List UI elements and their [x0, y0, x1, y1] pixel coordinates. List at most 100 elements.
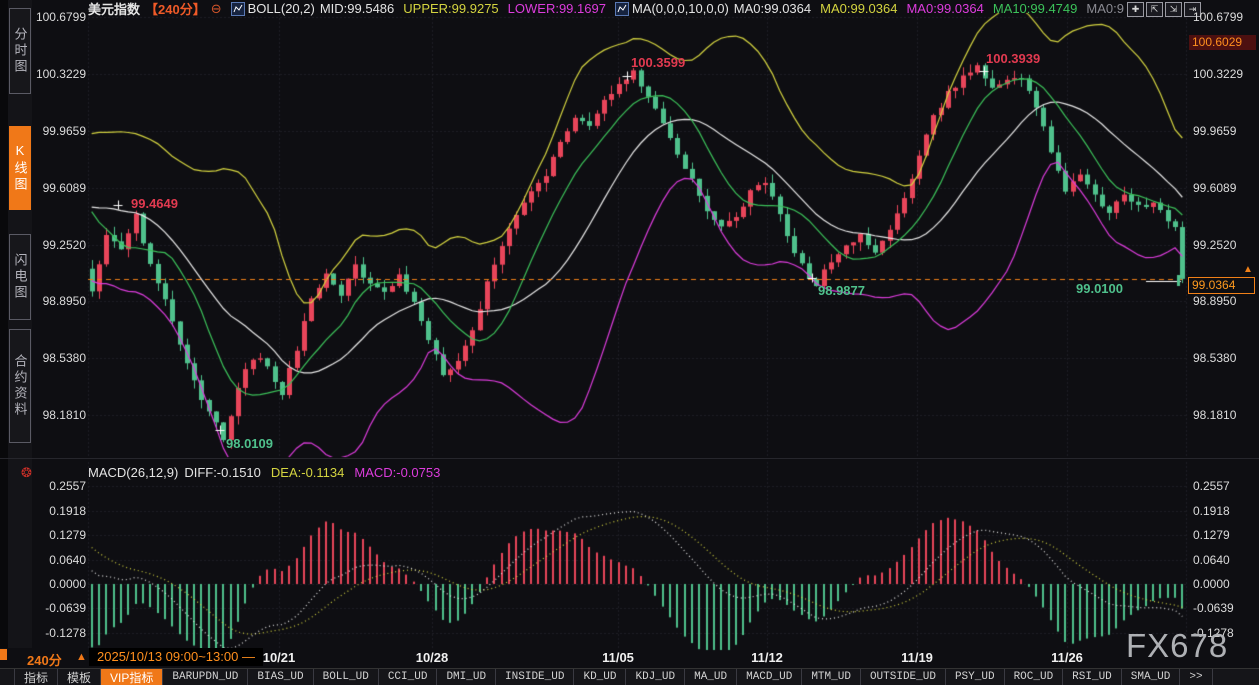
tab-barupdn_ud[interactable]: BARUPDN_UD: [163, 669, 248, 685]
ma0-gray-value: MA0:9: [1086, 1, 1124, 16]
price-axis-label: 98.5380: [30, 351, 86, 365]
tab-mtm_ud[interactable]: MTM_UD: [802, 669, 861, 685]
price-axis-label: 98.1810: [30, 408, 86, 422]
corner-accent-top: [0, 649, 7, 660]
tab-rsi_ud[interactable]: RSI_UD: [1063, 669, 1122, 685]
period-label[interactable]: 【240分】: [145, 0, 206, 18]
chart-toolbar: ✚ ⇱ ⇲ ⇥: [1127, 2, 1201, 17]
tab-inside_ud[interactable]: INSIDE_UD: [496, 669, 574, 685]
macd-axis-label: 0.1918: [1193, 504, 1230, 518]
boll-mid-value: MID:99.5486: [320, 1, 394, 16]
macd-axis-label: 0.0000: [1193, 577, 1230, 591]
price-axis-label: 99.9659: [1193, 124, 1236, 138]
ma-indicator-icon[interactable]: [615, 2, 629, 16]
boll-upper-value: UPPER:99.9275: [403, 1, 498, 16]
macd-header: MACD(26,12,9) DIFF:-0.1510 DEA:-0.1134 M…: [88, 465, 440, 479]
status-bar: 240分 ▲ 2025/10/13 09:00~13:00 — 10/21 10/…: [0, 648, 1259, 668]
sidebar-item-2[interactable]: K线图: [9, 126, 31, 210]
last-price-badge: 99.0364: [1188, 277, 1255, 294]
sidebar-item-4[interactable]: 合约资料: [9, 329, 31, 443]
tab-roc_ud[interactable]: ROC_UD: [1005, 669, 1064, 685]
ma0-yellow-value: MA0:99.0364: [820, 1, 897, 16]
price-axis-label: 99.6089: [1193, 181, 1236, 195]
macd-dea-value: DEA:-0.1134: [271, 465, 344, 480]
macd-diff-value: DIFF:-0.1510: [184, 465, 261, 480]
tab-[interactable]: 指标: [14, 669, 58, 685]
symbol-title: 美元指数: [88, 0, 140, 18]
tab-bias_ud[interactable]: BIAS_UD: [248, 669, 313, 685]
boll-lower-value: LOWER:99.1697: [508, 1, 606, 16]
tab-macd_ud[interactable]: MACD_UD: [737, 669, 802, 685]
price-axis-label: 98.1810: [1193, 408, 1236, 422]
price-annotation: 100.3599: [631, 55, 685, 70]
price-axis-label: 100.3229: [1193, 67, 1243, 81]
fit-vertical-button[interactable]: ⇱: [1146, 2, 1163, 17]
macd-axis-label: 0.0640: [30, 553, 86, 567]
ma0-magenta-value: MA0:99.0364: [906, 1, 983, 16]
fit-horizontal-button[interactable]: ⇲: [1165, 2, 1182, 17]
x-axis-date-label: 10/21: [263, 650, 296, 665]
price-annotation: 99.4649: [131, 196, 178, 211]
x-axis-date-label: 11/26: [1051, 650, 1083, 665]
fx678-watermark: FX678: [1126, 627, 1228, 665]
boll-indicator-icon[interactable]: [231, 2, 245, 16]
tab-[interactable]: 模板: [58, 669, 101, 685]
x-axis-date-label: 11/12: [751, 650, 783, 665]
macd-axis-label: -0.1278: [30, 626, 86, 640]
indicator-header: 美元指数 【240分】 ⊖ BOLL(20,2) MID:99.5486 UPP…: [88, 1, 1124, 16]
tab-outside_ud[interactable]: OUTSIDE_UD: [861, 669, 946, 685]
chart-application: 分时图 K线图闪电图合约资料 美元指数 【240分】 ⊖ BOLL(20,2) M…: [0, 0, 1259, 685]
price-axis-label: 98.5380: [1193, 351, 1236, 365]
x-axis-date-label: 11/19: [901, 650, 933, 665]
panel-divider: [0, 458, 1259, 459]
ma0-white-value: MA0:99.0364: [734, 1, 811, 16]
tab-kd_ud[interactable]: KD_UD: [574, 669, 626, 685]
x-axis-date-label: 10/28: [416, 650, 449, 665]
macd-axis-label: 0.2557: [1193, 479, 1230, 493]
price-axis-label: 99.2520: [1193, 238, 1236, 252]
price-up-arrow-icon: ▲: [1243, 264, 1253, 275]
tab-cci_ud[interactable]: CCI_UD: [379, 669, 438, 685]
timeframe-dropdown-icon[interactable]: ▲: [76, 651, 87, 663]
tab-[interactable]: >>: [1180, 669, 1212, 685]
price-axis-label: 100.6799: [1193, 10, 1243, 24]
macd-axis-label: 0.1279: [1193, 528, 1230, 542]
tab-psy_ud[interactable]: PSY_UD: [946, 669, 1005, 685]
sidebar-item-3[interactable]: 闪电图: [9, 234, 31, 320]
sidebar-item-1[interactable]: 分时图: [9, 8, 31, 94]
tab-sma_ud[interactable]: SMA_UD: [1122, 669, 1181, 685]
macd-axis-label: 0.1918: [30, 504, 86, 518]
x-axis-date-label: 11/05: [602, 650, 634, 665]
macd-macd-value: MACD:-0.0753: [354, 465, 440, 480]
price-axis-label: 100.3229: [30, 67, 86, 81]
price-axis-label: 99.2520: [30, 238, 86, 252]
tab-ma_ud[interactable]: MA_UD: [685, 669, 737, 685]
chart-type-sidebar: 分时图 K线图闪电图合约资料: [8, 0, 32, 648]
high-price-badge: 100.6029: [1189, 35, 1256, 50]
tab-vip[interactable]: VIP指标: [101, 669, 163, 685]
tab-boll_ud[interactable]: BOLL_UD: [314, 669, 379, 685]
alert-icon[interactable]: ⊖: [211, 1, 222, 17]
price-axis-label: 98.8950: [1193, 294, 1236, 308]
price-annotation: 98.9877: [818, 283, 865, 298]
price-axis-label: 99.6089: [30, 181, 86, 195]
pan-tool-button[interactable]: ✚: [1127, 2, 1144, 17]
boll-label: BOLL(20,2): [248, 1, 315, 16]
macd-axis-label: 0.2557: [30, 479, 86, 493]
timeframe-label[interactable]: 240分: [27, 650, 62, 669]
date-range-box[interactable]: 2025/10/13 09:00~13:00 —: [89, 648, 263, 666]
macd-axis-label: 0.0000: [30, 577, 86, 591]
ma10-value: MA10:99.4749: [993, 1, 1078, 16]
price-annotation: 99.0100: [1076, 281, 1123, 296]
macd-axis-label: 0.0640: [1193, 553, 1230, 567]
macd-axis-label: -0.0639: [1193, 601, 1234, 615]
left-strip: [0, 0, 8, 648]
macd-label: MACD(26,12,9): [88, 465, 178, 480]
macd-axis-label: -0.0639: [30, 601, 86, 615]
price-chart-canvas[interactable]: [0, 0, 1259, 660]
ma-label: MA(0,0,0,10,0,0): [632, 1, 729, 16]
price-axis-label: 100.6799: [30, 10, 86, 24]
tab-kdj_ud[interactable]: KDJ_UD: [626, 669, 685, 685]
tab-dmi_ud[interactable]: DMI_UD: [437, 669, 496, 685]
macd-axis-label: 0.1279: [30, 528, 86, 542]
